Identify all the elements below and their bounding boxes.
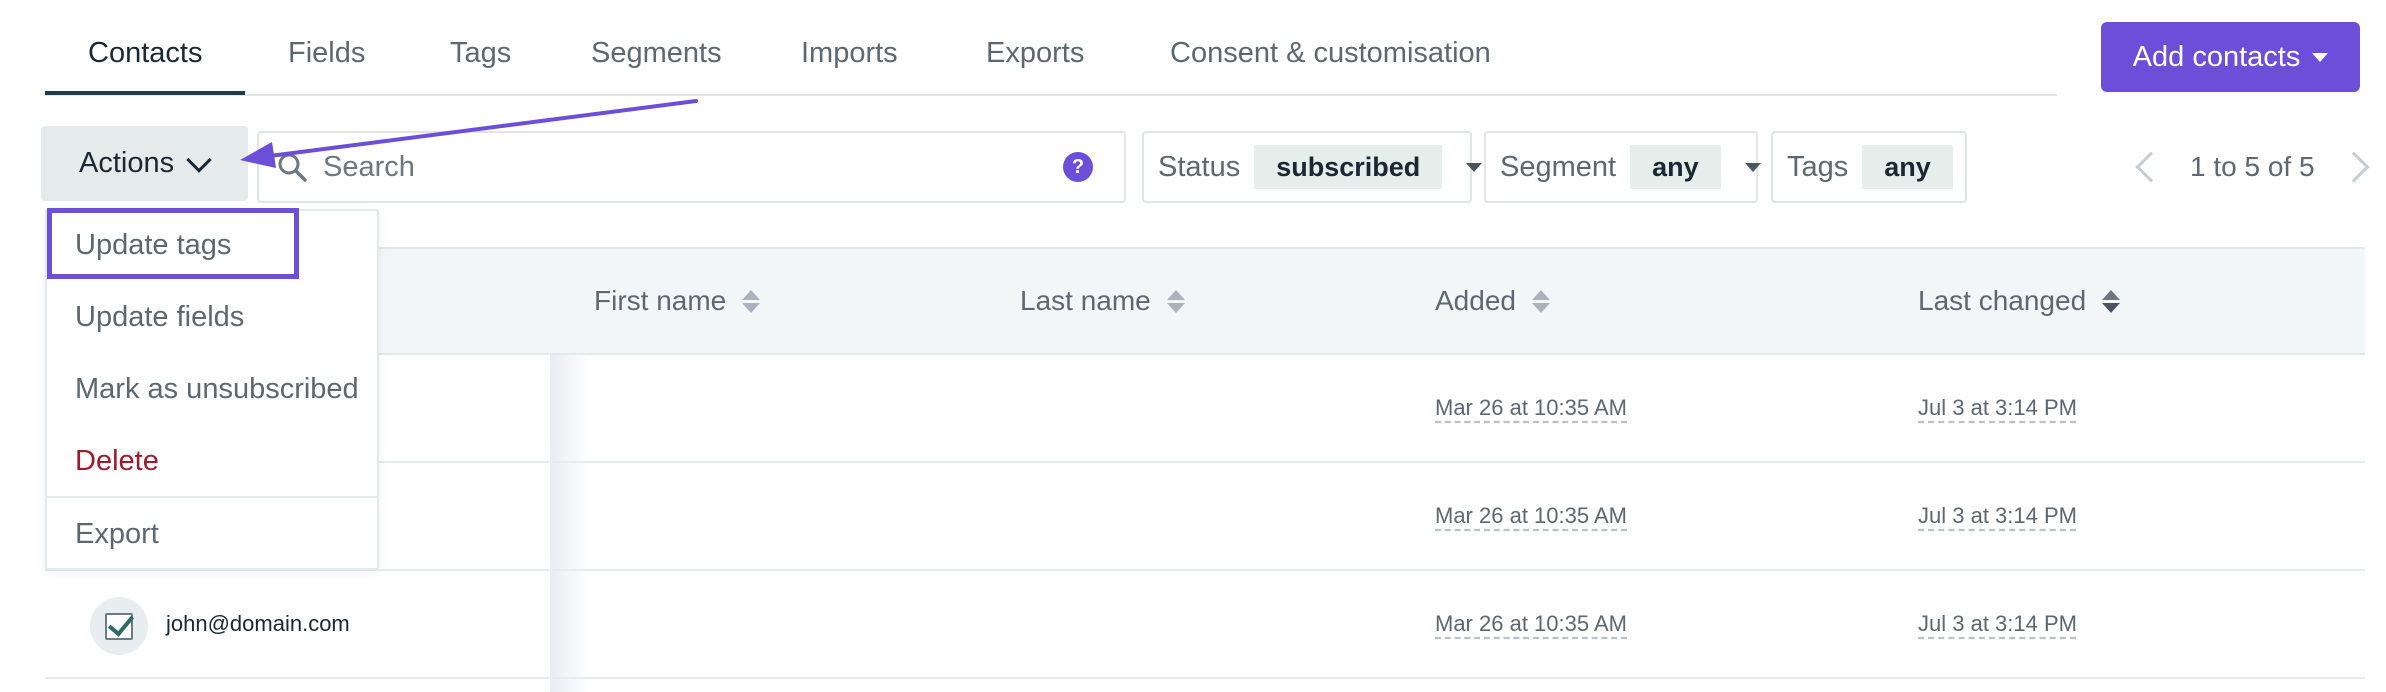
- sticky-column-shadow: [550, 355, 590, 692]
- caret-down-icon: [1744, 162, 1761, 172]
- menu-item-export[interactable]: Export: [75, 518, 159, 551]
- status-filter-label: Status: [1158, 150, 1241, 183]
- tab-tags[interactable]: Tags: [450, 37, 511, 70]
- search-box: ?: [257, 131, 1126, 203]
- column-label: First name: [594, 285, 727, 316]
- last-changed-date: Jul 3 at 3:14 PM: [1918, 395, 2077, 420]
- row-checkbox[interactable]: [90, 597, 148, 655]
- checkbox-checked-icon: [105, 613, 133, 640]
- sort-icon: [1166, 289, 1185, 313]
- previous-page-icon[interactable]: [2135, 151, 2167, 183]
- segment-filter[interactable]: Segment any: [1484, 131, 1761, 203]
- tab-fields[interactable]: Fields: [288, 37, 365, 70]
- last-changed-date: Jul 3 at 3:14 PM: [1918, 611, 2077, 636]
- active-tab-indicator: [45, 91, 245, 95]
- tags-filter[interactable]: Tags any: [1771, 131, 1967, 203]
- added-date: Mar 26 at 10:35 AM: [1435, 611, 1627, 636]
- caret-down-icon: [2312, 52, 2329, 62]
- table-row[interactable]: n Mar 26 at 10:35 AM Jul 3 at 3:14 PM: [45, 355, 2365, 463]
- menu-item-delete[interactable]: Delete: [75, 445, 159, 478]
- search-icon: [278, 153, 307, 182]
- tab-consent-customisation[interactable]: Consent & customisation: [1170, 37, 1491, 70]
- menu-divider: [47, 496, 377, 498]
- highlight-box: [47, 208, 299, 279]
- column-label: Added: [1435, 285, 1516, 316]
- column-last-name[interactable]: Last name: [1020, 285, 1185, 317]
- column-last-changed[interactable]: Last changed: [1918, 285, 2121, 317]
- add-contacts-label: Add contacts: [2132, 40, 2301, 73]
- menu-item-mark-unsubscribed[interactable]: Mark as unsubscribed: [75, 373, 359, 406]
- next-page-icon[interactable]: [2337, 151, 2370, 183]
- tags-filter-value: any: [1862, 145, 1953, 189]
- contacts-table: First name Last name Added Last changed …: [45, 247, 2365, 692]
- tags-filter-label: Tags: [1787, 150, 1849, 183]
- menu-item-update-fields[interactable]: Update fields: [75, 301, 244, 334]
- pagination-text: 1 to 5 of 5: [2190, 151, 2315, 182]
- contact-email: john@domain.com: [166, 611, 350, 636]
- tab-contacts[interactable]: Contacts: [88, 37, 202, 70]
- actions-label: Actions: [79, 147, 175, 179]
- tab-imports[interactable]: Imports: [801, 37, 898, 70]
- status-filter-value: subscribed: [1254, 145, 1443, 189]
- segment-filter-value: any: [1630, 145, 1721, 189]
- table-header: First name Last name Added Last changed: [45, 247, 2365, 355]
- pagination: 1 to 5 of 5: [2135, 131, 2370, 203]
- sort-icon: [1531, 289, 1550, 313]
- table-row[interactable]: john@domain.com Mar 26 at 10:35 AM Jul 3…: [45, 571, 2365, 679]
- column-label: Last changed: [1918, 285, 2087, 316]
- caret-down-icon: [1466, 162, 1483, 172]
- segment-filter-label: Segment: [1500, 150, 1617, 183]
- tab-bar: Contacts Fields Tags Segments Imports Ex…: [45, 0, 2057, 96]
- added-date: Mar 26 at 10:35 AM: [1435, 503, 1627, 528]
- search-input[interactable]: [323, 145, 1023, 189]
- column-label: Last name: [1020, 285, 1151, 316]
- actions-button[interactable]: Actions: [41, 126, 248, 201]
- status-filter[interactable]: Status subscribed: [1142, 131, 1483, 203]
- sort-icon: [742, 289, 761, 313]
- chevron-down-icon: [186, 146, 212, 173]
- add-contacts-button[interactable]: Add contacts: [2101, 22, 2360, 92]
- column-first-name[interactable]: First name: [594, 285, 761, 317]
- tab-segments[interactable]: Segments: [591, 37, 722, 70]
- column-added[interactable]: Added: [1435, 285, 1550, 317]
- sort-desc-icon: [2102, 289, 2121, 313]
- help-icon[interactable]: ?: [1063, 152, 1093, 182]
- last-changed-date: Jul 3 at 3:14 PM: [1918, 503, 2077, 528]
- added-date: Mar 26 at 10:35 AM: [1435, 395, 1627, 420]
- table-row[interactable]: Mar 26 at 10:35 AM Jul 3 at 3:14 PM: [45, 463, 2365, 571]
- tab-exports[interactable]: Exports: [986, 37, 1084, 70]
